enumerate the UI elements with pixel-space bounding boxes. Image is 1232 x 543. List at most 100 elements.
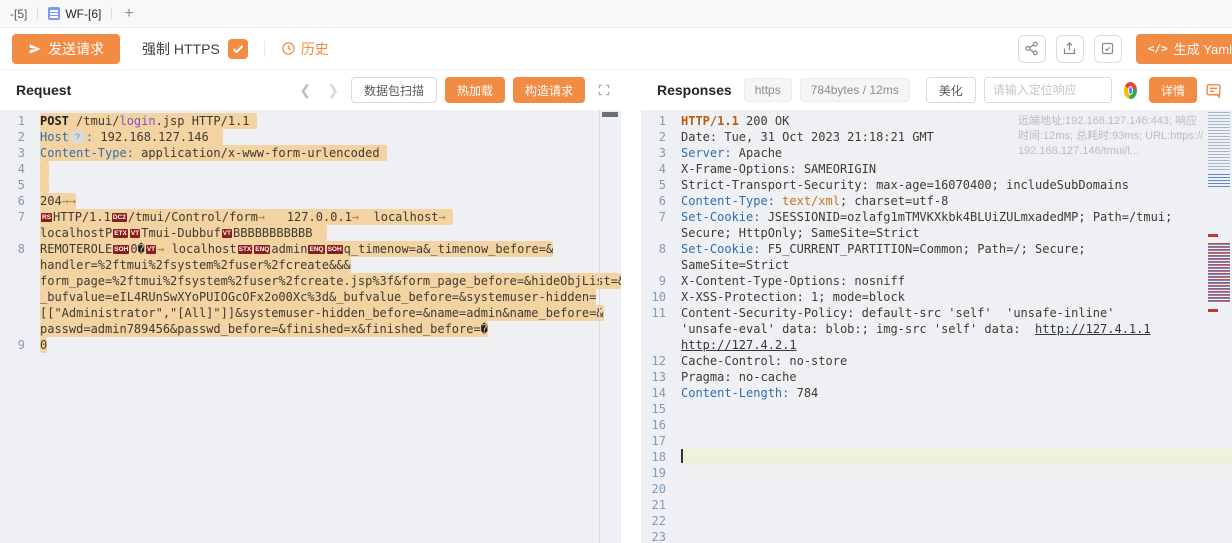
code-line[interactable]: 21 bbox=[641, 497, 1232, 513]
panel-divider[interactable] bbox=[621, 70, 641, 543]
code-line[interactable]: 90 bbox=[0, 337, 621, 353]
share-button[interactable] bbox=[1018, 35, 1046, 63]
line-content: REMOTEROLESOH0�VT→ localhostSTXENQadminE… bbox=[40, 241, 621, 257]
code-line[interactable]: 22 bbox=[641, 513, 1232, 529]
line-number: 16 bbox=[641, 417, 681, 433]
line-number: 7 bbox=[641, 209, 681, 225]
code-line[interactable]: passwd=admin789456&passwd_before=&finish… bbox=[0, 321, 621, 337]
line-content bbox=[681, 465, 1232, 481]
line-number: 19 bbox=[641, 465, 681, 481]
history-button[interactable]: 历史 bbox=[281, 39, 329, 59]
code-line[interactable]: 16 bbox=[641, 417, 1232, 433]
response-editor[interactable]: 1HTTP/1.1 200 OK2Date: Tue, 31 Oct 2023 … bbox=[641, 110, 1232, 543]
code-line[interactable]: 23 bbox=[641, 529, 1232, 543]
code-line[interactable]: 11Content-Security-Policy: default-src '… bbox=[641, 305, 1232, 321]
code-line[interactable]: _bufvalue=eIL4RUnSwXYoPUIOGcOFx2o00Xc%3d… bbox=[0, 289, 621, 305]
protocol-badge: https bbox=[744, 78, 792, 102]
line-number: 15 bbox=[641, 401, 681, 417]
open-in-browser-icon[interactable] bbox=[1124, 82, 1137, 99]
force-https-checkbox[interactable] bbox=[228, 39, 248, 59]
code-line[interactable]: 20 bbox=[641, 481, 1232, 497]
code-line[interactable]: 1POST /tmui/login.jsp HTTP/1.1 bbox=[0, 113, 621, 129]
code-line[interactable]: 7Set-Cookie: JSESSIONID=ozlafg1mTMVKXkbk… bbox=[641, 209, 1232, 225]
request-code: 1POST /tmui/login.jsp HTTP/1.1 2Host?: 1… bbox=[0, 113, 621, 353]
line-number bbox=[0, 225, 40, 241]
code-line[interactable]: SameSite=Strict bbox=[641, 257, 1232, 273]
line-content: Content-Type: application/x-www-form-url… bbox=[40, 145, 621, 161]
help-badge: ? bbox=[71, 131, 84, 143]
paper-plane-icon bbox=[28, 42, 42, 56]
prev-request-button[interactable]: ❮ bbox=[295, 82, 315, 99]
generate-yaml-button[interactable]: </> 生成 Yaml bbox=[1136, 34, 1232, 64]
code-line[interactable]: form_page=%2ftmui%2fsystem%2fuser%2fcrea… bbox=[0, 273, 621, 289]
code-line[interactable]: 6Content-Type: text/xml; charset=utf-8 bbox=[641, 193, 1232, 209]
line-number: 8 bbox=[641, 241, 681, 257]
fullscreen-button[interactable] bbox=[597, 83, 611, 97]
response-header: Responses https 784bytes / 12ms 美化 详情 bbox=[641, 70, 1232, 110]
code-line[interactable]: 4X-Frame-Options: SAMEORIGIN bbox=[641, 161, 1232, 177]
line-number: 9 bbox=[0, 337, 40, 353]
code-line[interactable]: 8REMOTEROLESOH0�VT→ localhostSTXENQadmin… bbox=[0, 241, 621, 257]
code-line[interactable]: [["Administrator","[All]"]]&systemuser-h… bbox=[0, 305, 621, 321]
code-line[interactable]: 7RSHTTP/1.1DC2/tmui/Control/form→ 127.0.… bbox=[0, 209, 621, 225]
tab-wf[interactable]: WF-[6] bbox=[38, 0, 111, 27]
line-content bbox=[681, 433, 1232, 449]
request-scrollbar[interactable] bbox=[599, 110, 621, 543]
hot-reload-button[interactable]: 热加载 bbox=[445, 77, 505, 103]
code-line[interactable]: 3Content-Type: application/x-www-form-ur… bbox=[0, 145, 621, 161]
control-char-badge: ENQ bbox=[254, 245, 270, 254]
comment-icon bbox=[1205, 82, 1222, 99]
code-line[interactable]: 2Host?: 192.168.127.146 bbox=[0, 129, 621, 145]
line-number: 3 bbox=[0, 145, 40, 161]
toolbar: 发送请求 强制 HTTPS 历史 </> 生成 Yaml bbox=[0, 28, 1232, 70]
minimap[interactable] bbox=[1208, 112, 1230, 417]
code-line[interactable]: Secure; HttpOnly; SameSite=Strict bbox=[641, 225, 1232, 241]
line-content: [["Administrator","[All]"]]&systemuser-h… bbox=[40, 305, 621, 321]
code-line[interactable]: handler=%2ftmui%2fsystem%2fuser%2fcreate… bbox=[0, 257, 621, 273]
code-line[interactable]: 15 bbox=[641, 401, 1232, 417]
force-https-label: 强制 HTTPS bbox=[142, 39, 220, 59]
details-button[interactable]: 详情 bbox=[1149, 77, 1197, 103]
scrollbar-thumb[interactable] bbox=[602, 112, 618, 117]
line-content: _bufvalue=eIL4RUnSwXYoPUIOGcOFx2o00Xc%3d… bbox=[40, 289, 621, 305]
code-line[interactable]: 6204→→ bbox=[0, 193, 621, 209]
code-line[interactable]: 10X-XSS-Protection: 1; mode=block bbox=[641, 289, 1232, 305]
beautify-button[interactable]: 美化 bbox=[926, 77, 976, 103]
export-button[interactable] bbox=[1056, 35, 1084, 63]
code-line[interactable]: 19 bbox=[641, 465, 1232, 481]
line-content: localhostPETXVTTmui-DubbufVTBBBBBBBBBBB bbox=[40, 225, 621, 241]
add-tab-button[interactable]: + bbox=[112, 5, 145, 23]
size-time-badge: 784bytes / 12ms bbox=[800, 78, 910, 102]
export-icon bbox=[1062, 41, 1077, 56]
code-line[interactable]: 12Cache-Control: no-store bbox=[641, 353, 1232, 369]
line-number: 1 bbox=[641, 113, 681, 129]
build-request-button[interactable]: 构造请求 bbox=[513, 77, 585, 103]
tab-previous[interactable]: -[5] bbox=[0, 0, 37, 27]
code-line[interactable]: 17 bbox=[641, 433, 1232, 449]
send-request-button[interactable]: 发送请求 bbox=[12, 34, 120, 64]
control-char-badge: ENQ bbox=[308, 245, 324, 254]
line-content: Content-Length: 784 bbox=[681, 385, 1232, 401]
next-request-button[interactable]: ❯ bbox=[323, 82, 343, 99]
packet-scan-button[interactable]: 数据包扫描 bbox=[351, 77, 437, 103]
comment-button[interactable] bbox=[1205, 82, 1222, 99]
code-line[interactable]: localhostPETXVTTmui-DubbufVTBBBBBBBBBBB bbox=[0, 225, 621, 241]
code-line[interactable]: 18 bbox=[641, 449, 1232, 465]
code-line[interactable]: 5Strict-Transport-Security: max-age=1607… bbox=[641, 177, 1232, 193]
code-line[interactable]: 4 bbox=[0, 161, 621, 177]
code-line[interactable]: 'unsafe-eval' data: blob:; img-src 'self… bbox=[641, 321, 1232, 337]
line-number: 4 bbox=[641, 161, 681, 177]
line-number: 2 bbox=[0, 129, 40, 145]
code-line[interactable]: 13Pragma: no-cache bbox=[641, 369, 1232, 385]
request-editor[interactable]: 1POST /tmui/login.jsp HTTP/1.1 2Host?: 1… bbox=[0, 110, 621, 543]
edit-button[interactable] bbox=[1094, 35, 1122, 63]
code-line[interactable]: 8Set-Cookie: F5_CURRENT_PARTITION=Common… bbox=[641, 241, 1232, 257]
code-line[interactable]: 5 bbox=[0, 177, 621, 193]
check-icon bbox=[232, 43, 244, 55]
code-line[interactable]: 14Content-Length: 784 bbox=[641, 385, 1232, 401]
code-line[interactable]: 9X-Content-Type-Options: nosniff bbox=[641, 273, 1232, 289]
code-line[interactable]: http://127.4.2.1 bbox=[641, 337, 1232, 353]
search-input[interactable] bbox=[985, 78, 1112, 102]
line-number: 5 bbox=[0, 177, 40, 193]
line-content: Content-Type: text/xml; charset=utf-8 bbox=[681, 193, 1232, 209]
